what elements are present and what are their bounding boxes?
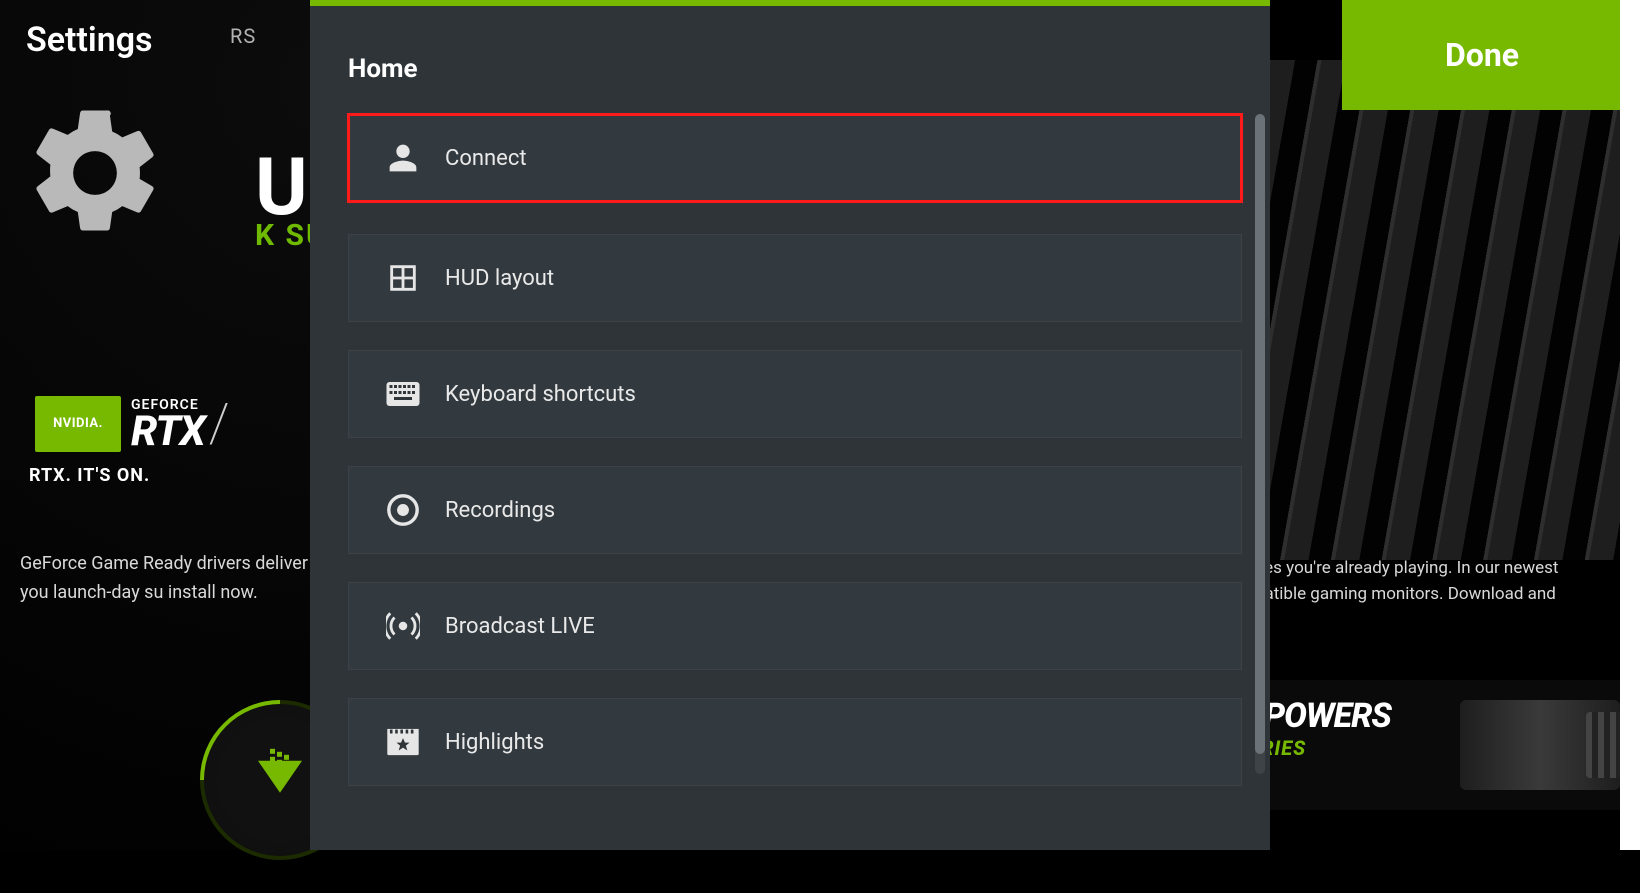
gear-icon-large [20,98,170,248]
settings-item-connect[interactable]: Connect [348,114,1242,202]
settings-heading: Settings [26,20,320,60]
settings-item-keyboard-shortcuts[interactable]: Keyboard shortcuts [348,350,1242,438]
settings-item-hud-layout[interactable]: HUD layout [348,234,1242,322]
settings-item-label: Connect [445,146,527,171]
tab-fragment-text: RS [230,24,256,48]
layout-icon [383,258,423,298]
record-icon [383,490,423,530]
settings-item-label: Keyboard shortcuts [445,382,636,407]
rtx-badge: NVIDIA. GEFORCE RTX / [35,392,230,455]
promo-banner[interactable]: R POWERS SERIES [1220,680,1640,810]
crop-edge [1620,0,1640,850]
promo-gpu-image [1460,700,1620,790]
done-button-label: Done [1445,36,1519,74]
settings-item-highlights[interactable]: Highlights [348,698,1242,786]
settings-item-label: Recordings [445,498,555,523]
nvidia-logo: NVIDIA. [35,396,121,452]
rtx-slash: / [209,392,230,455]
keyboard-icon [383,374,423,414]
rtx-tagline: RTX. IT'S ON. [29,465,150,486]
scrollbar-track[interactable] [1255,114,1265,774]
settings-item-label: HUD layout [445,266,554,291]
settings-item-broadcast-live[interactable]: Broadcast LIVE [348,582,1242,670]
rtx-rtx-text: RTX [131,413,205,451]
driver-description-right: ames you're already playing. In our newe… [1240,555,1620,608]
hero-gpu-image [1220,60,1640,560]
download-arrow-icon [258,761,302,793]
settings-item-label: Broadcast LIVE [445,614,595,639]
settings-item-label: Highlights [445,730,544,755]
done-button[interactable]: Done [1342,0,1622,110]
settings-overlay-panel: Home Connect HUD layout Keyboard shortcu… [310,6,1270,850]
broadcast-icon [383,606,423,646]
settings-item-list: Connect HUD layout Keyboard shortcuts Re… [310,114,1270,850]
scrollbar-thumb[interactable] [1255,114,1265,754]
highlights-icon [383,722,423,762]
settings-item-recordings[interactable]: Recordings [348,466,1242,554]
overlay-heading: Home [310,6,1270,114]
user-icon [383,138,423,178]
